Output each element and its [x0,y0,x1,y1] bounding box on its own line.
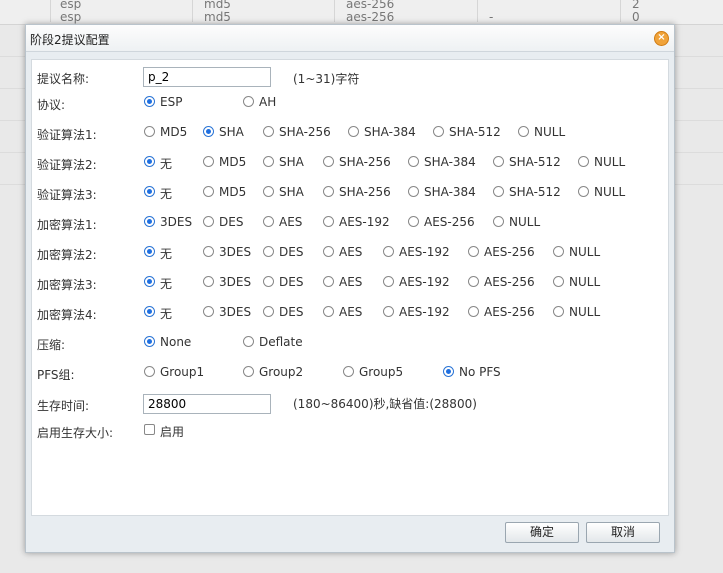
protocol-label: 协议: [37,98,66,112]
proposal-name-label: 提议名称: [37,72,90,86]
lifesize-checkbox[interactable] [144,424,155,435]
row-auth1: 验证算法1: MD5 SHA SHA-256 SHA-384 SHA-512 N… [37,125,566,142]
enc3-label: 加密算法3: [37,278,97,292]
dialog-form: 提议名称: (1~31)字符 协议: ESP AH 验证算法1: MD5 SHA… [31,59,669,516]
auth2-label: 验证算法2: [37,158,97,172]
dialog-title: 阶段2提议配置 [30,33,110,47]
lifetime-hint: (180~86400)秒,缺省值:(28800) [293,397,477,411]
proposal-dialog: 阶段2提议配置 × 提议名称: (1~31)字符 协议: ESP AH 验证算法… [25,24,675,553]
row-enc1: 加密算法1: 3DES DES AES AES-192 AES-256 NULL [37,215,541,232]
row-proposal-name: 提议名称: (1~31)字符 [32,67,668,87]
compress-label: 压缩: [37,338,66,352]
auth3-label: 验证算法3: [37,188,97,202]
close-icon[interactable]: × [654,31,669,46]
row-enc2: 加密算法2: 无 3DES DES AES AES-192 AES-256 NU… [37,245,601,262]
cancel-button[interactable]: 取消 [586,522,660,543]
row-pfs: PFS组: Group1 Group2 Group5 No PFS [37,365,501,382]
row-auth3: 验证算法3: 无 MD5 SHA SHA-256 SHA-384 SHA-512… [37,185,626,202]
row-enc4: 加密算法4: 无 3DES DES AES AES-192 AES-256 NU… [37,305,601,322]
ok-button[interactable]: 确定 [505,522,579,543]
proposal-name-input[interactable] [143,67,271,87]
enc4-label: 加密算法4: [37,308,97,322]
auth1-label: 验证算法1: [37,128,97,142]
proposal-name-hint: (1~31)字符 [293,72,360,86]
lifetime-label: 生存时间: [37,399,90,413]
row-enc3: 加密算法3: 无 3DES DES AES AES-192 AES-256 NU… [37,275,601,292]
pfs-label: PFS组: [37,368,75,382]
dialog-titlebar: 阶段2提议配置 × [26,25,674,52]
row-lifesize: 启用生存大小: 启用 [37,424,185,440]
row-compress: 压缩: None Deflate [37,335,303,352]
row-lifetime: 生存时间: (180~86400)秒,缺省值:(28800) [32,394,668,414]
table-row: esp md5 aes-256 - 0 [0,10,723,25]
row-protocol: 协议: ESP AH [37,95,277,112]
enc2-label: 加密算法2: [37,248,97,262]
radio-esp[interactable] [144,96,155,107]
row-auth2: 验证算法2: 无 MD5 SHA SHA-256 SHA-384 SHA-512… [37,155,626,172]
lifesize-label: 启用生存大小: [37,426,114,440]
enc1-label: 加密算法1: [37,218,97,232]
radio-ah[interactable] [243,96,254,107]
lifetime-input[interactable] [143,394,271,414]
